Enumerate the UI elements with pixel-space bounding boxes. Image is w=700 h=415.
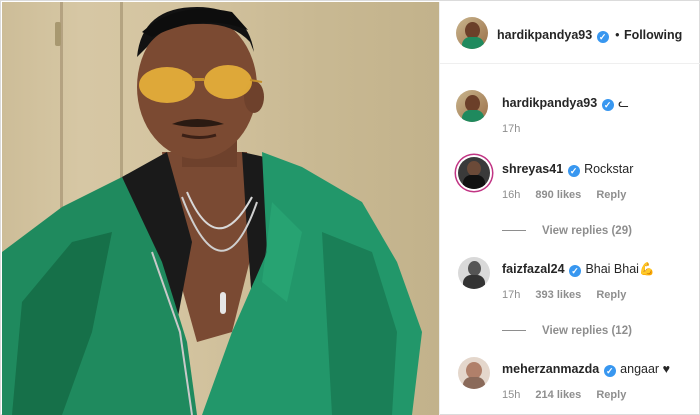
timestamp[interactable]: 17h [502,289,520,301]
comment-text: Bhai Bhai💪 [585,262,655,276]
comment-meta: 16h 890 likes Reply [502,189,626,201]
view-replies-button[interactable]: View replies (12) [502,321,632,339]
instagram-post: hardikpandya93 ✓ • Following hardikpandy… [0,0,700,415]
reply-button[interactable]: Reply [596,389,626,401]
username-link[interactable]: shreyas41 [502,162,563,176]
likes-count[interactable]: 214 likes [535,389,581,401]
avatar[interactable] [458,357,490,389]
timestamp[interactable]: 15h [502,389,520,401]
username-link[interactable]: meherzanmazda [502,362,599,376]
avatar[interactable] [458,157,490,189]
post-header: hardikpandya93 ✓ • Following [440,2,700,64]
divider [502,230,526,231]
verified-icon: ✓ [596,31,609,43]
comment-text: angaar ♥ [620,362,670,376]
reply-button[interactable]: Reply [596,189,626,201]
avatar[interactable] [456,17,488,49]
verified-icon: ✓ [601,99,614,111]
username-link[interactable]: faizfazal24 [502,262,565,276]
comment-meta: 17h 393 likes Reply [502,289,626,301]
divider [502,330,526,331]
timestamp[interactable]: 16h [502,189,520,201]
header-user: hardikpandya93 ✓ • Following [497,26,682,44]
verified-icon: ✓ [568,265,581,277]
likes-count[interactable]: 890 likes [535,189,581,201]
caption-text: ᓚ [618,96,629,110]
comment-meta: 15h 214 likes Reply [502,389,626,401]
comment: shreyas41 ✓ Rockstar [502,160,633,178]
view-replies-label: View replies (29) [542,225,632,237]
avatar[interactable] [458,257,490,289]
verified-icon: ✓ [603,365,616,377]
comment-text: Rockstar [584,162,634,176]
timestamp[interactable]: 17h [502,123,520,135]
separator: • [615,28,620,42]
comments-panel: hardikpandya93 ✓ • Following hardikpandy… [439,2,700,415]
following-button[interactable]: Following [624,28,682,42]
username-link[interactable]: hardikpandya93 [502,96,597,110]
person-illustration [2,7,422,415]
post-photo[interactable] [2,2,439,415]
view-replies-label: View replies (12) [542,325,632,337]
avatar[interactable] [456,90,488,122]
verified-icon: ✓ [567,165,580,177]
comment: faizfazal24 ✓ Bhai Bhai💪 [502,260,655,278]
comment: meherzanmazda ✓ angaar ♥ [502,360,670,378]
username-link[interactable]: hardikpandya93 [497,28,592,42]
caption: hardikpandya93 ✓ ᓚ [502,94,629,112]
view-replies-button[interactable]: View replies (29) [502,221,632,239]
reply-button[interactable]: Reply [596,289,626,301]
likes-count[interactable]: 393 likes [535,289,581,301]
